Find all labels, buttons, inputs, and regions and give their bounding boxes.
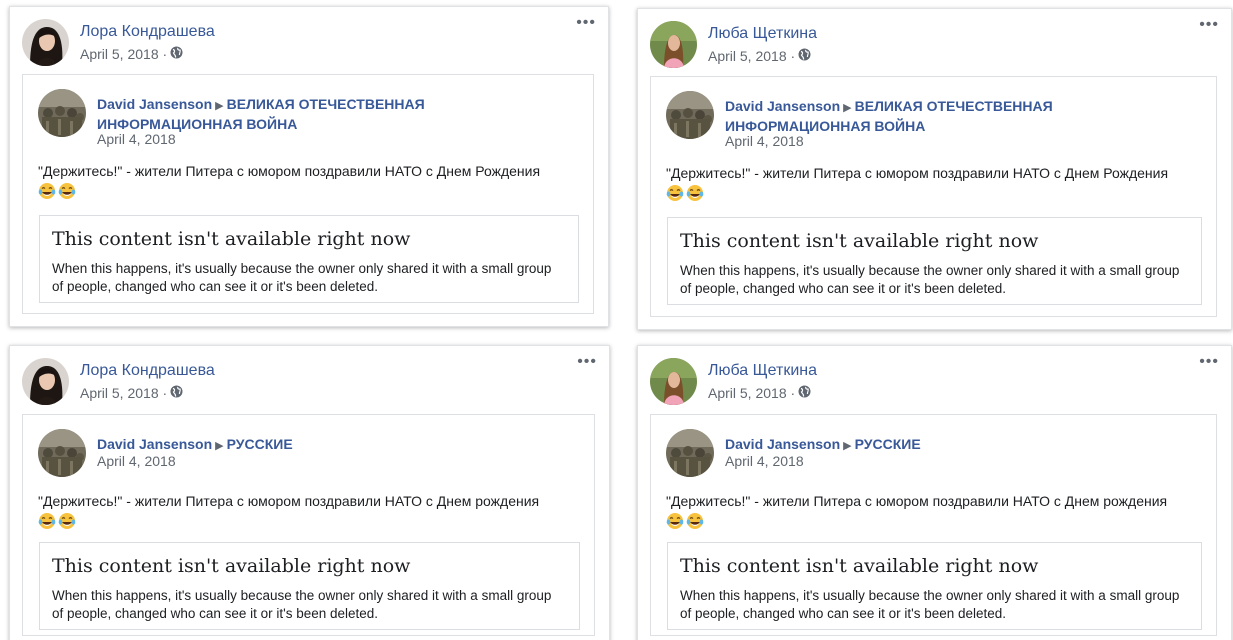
globe-icon[interactable] [798, 385, 811, 401]
shared-author-avatar[interactable] [38, 429, 86, 477]
shared-post: David Jansenson ▶ ВЕЛИКАЯ ОТЕЧЕСТВЕННАЯ ИН… [22, 74, 594, 314]
more-options-icon[interactable]: ••• [1199, 354, 1219, 370]
tears-of-joy-emoji-icon [666, 185, 684, 201]
content-unavailable-notice: This content isn't available right now W… [39, 542, 580, 630]
tears-of-joy-emoji-icon [58, 513, 76, 529]
unavailable-title: This content isn't available right now [52, 555, 411, 577]
triangle-right-icon: ▶ [843, 440, 852, 452]
post-timestamp-row: April 5, 2018 · [80, 385, 183, 401]
shared-post-header: David Jansenson ▶ ВЕЛИКАЯ ОТЕЧЕСТВЕННАЯ ИН… [97, 95, 477, 133]
post-timestamp-row: April 5, 2018 · [708, 385, 811, 401]
feed-post: Лора Кондрашева April 5, 2018 · ••• Davi… [9, 6, 609, 327]
shared-post-header: David Jansenson ▶ ВЕЛИКАЯ ОТЕЧЕСТВЕННАЯ ИН… [725, 97, 1105, 135]
tears-of-joy-emoji-icon [38, 183, 56, 199]
post-author-name[interactable]: Лора Кондрашева [80, 23, 215, 41]
tears-of-joy-emoji-icon [38, 513, 56, 529]
post-author-name[interactable]: Лора Кондрашева [80, 362, 215, 380]
shared-post: David Jansenson ▶ ВЕЛИКАЯ ОТЕЧЕСТВЕННАЯ ИН… [650, 76, 1217, 317]
shared-author-avatar[interactable] [666, 429, 714, 477]
post-timestamp-row: April 5, 2018 · [80, 46, 183, 62]
unavailable-message: When this happens, it's usually because … [52, 261, 552, 294]
group-name[interactable]: РУССКИЕ [855, 436, 921, 452]
tears-of-joy-emoji-icon [58, 183, 76, 199]
shared-author-name[interactable]: David Jansenson [97, 436, 212, 452]
post-date[interactable]: April 5, 2018 · [80, 385, 167, 401]
post-author-name[interactable]: Люба Щеткина [708, 362, 817, 380]
avatar[interactable] [650, 358, 697, 405]
triangle-right-icon: ▶ [215, 100, 224, 112]
avatar[interactable] [22, 358, 69, 405]
shared-author-name[interactable]: David Jansenson [725, 436, 840, 452]
shared-author-name[interactable]: David Jansenson [97, 96, 212, 112]
screenshot-collage: Лора Кондрашева April 5, 2018 · ••• Davi… [0, 0, 1233, 640]
post-date[interactable]: April 5, 2018 · [80, 46, 167, 62]
avatar[interactable] [650, 21, 697, 68]
feed-post: Люба Щеткина April 5, 2018 · ••• David J… [637, 8, 1232, 330]
emoji-row [38, 512, 78, 530]
feed-post: Лора Кондрашева April 5, 2018 · ••• Davi… [9, 345, 610, 640]
content-unavailable-notice: This content isn't available right now W… [667, 217, 1202, 305]
post-timestamp-row: April 5, 2018 · [708, 48, 811, 64]
post-date[interactable]: April 5, 2018 · [708, 385, 795, 401]
globe-icon[interactable] [798, 48, 811, 64]
content-unavailable-notice: This content isn't available right now W… [667, 542, 1202, 630]
shared-post-text: "Держитесь!" - жители Питера с юмором по… [38, 493, 540, 509]
shared-author-avatar[interactable] [666, 91, 714, 139]
content-unavailable-notice: This content isn't available right now W… [39, 215, 579, 303]
unavailable-title: This content isn't available right now [52, 228, 411, 250]
post-author-name[interactable]: Люба Щеткина [708, 25, 817, 43]
shared-post-date[interactable]: April 4, 2018 [97, 131, 176, 147]
shared-post-header: David Jansenson ▶ РУССКИЕ [97, 435, 477, 455]
shared-post-text: "Держитесь!" - жители Питера с юмором по… [666, 165, 1169, 181]
unavailable-message: When this happens, it's usually because … [52, 588, 552, 621]
unavailable-title: This content isn't available right now [680, 555, 1039, 577]
triangle-right-icon: ▶ [843, 102, 852, 114]
unavailable-message: When this happens, it's usually because … [680, 588, 1180, 621]
shared-post-date[interactable]: April 4, 2018 [725, 453, 804, 469]
globe-icon[interactable] [170, 46, 183, 62]
unavailable-title: This content isn't available right now [680, 230, 1039, 252]
post-date[interactable]: April 5, 2018 · [708, 48, 795, 64]
triangle-right-icon: ▶ [215, 440, 224, 452]
feed-post: Люба Щеткина April 5, 2018 · ••• David J… [637, 345, 1232, 640]
unavailable-message: When this happens, it's usually because … [680, 263, 1180, 296]
shared-post-date[interactable]: April 4, 2018 [725, 133, 804, 149]
shared-post-date[interactable]: April 4, 2018 [97, 453, 176, 469]
emoji-row [666, 184, 706, 202]
shared-post-text: "Держитесь!" - жители Питера с юмором по… [38, 163, 541, 179]
shared-post: David Jansenson ▶ РУССКИЕ April 4, 2018 "Д… [22, 414, 595, 636]
shared-author-name[interactable]: David Jansenson [725, 98, 840, 114]
tears-of-joy-emoji-icon [686, 185, 704, 201]
avatar[interactable] [22, 19, 69, 66]
tears-of-joy-emoji-icon [686, 513, 704, 529]
shared-post-text: "Держитесь!" - жители Питера с юмором по… [666, 493, 1168, 509]
globe-icon[interactable] [170, 385, 183, 401]
emoji-row [38, 182, 78, 200]
group-name[interactable]: РУССКИЕ [227, 436, 293, 452]
emoji-row [666, 512, 706, 530]
shared-post-header: David Jansenson ▶ РУССКИЕ [725, 435, 1105, 455]
more-options-icon[interactable]: ••• [577, 354, 597, 370]
more-options-icon[interactable]: ••• [576, 15, 596, 31]
shared-author-avatar[interactable] [38, 89, 86, 137]
shared-post: David Jansenson ▶ РУССКИЕ April 4, 2018 "Д… [650, 414, 1217, 636]
tears-of-joy-emoji-icon [666, 513, 684, 529]
more-options-icon[interactable]: ••• [1199, 17, 1219, 33]
